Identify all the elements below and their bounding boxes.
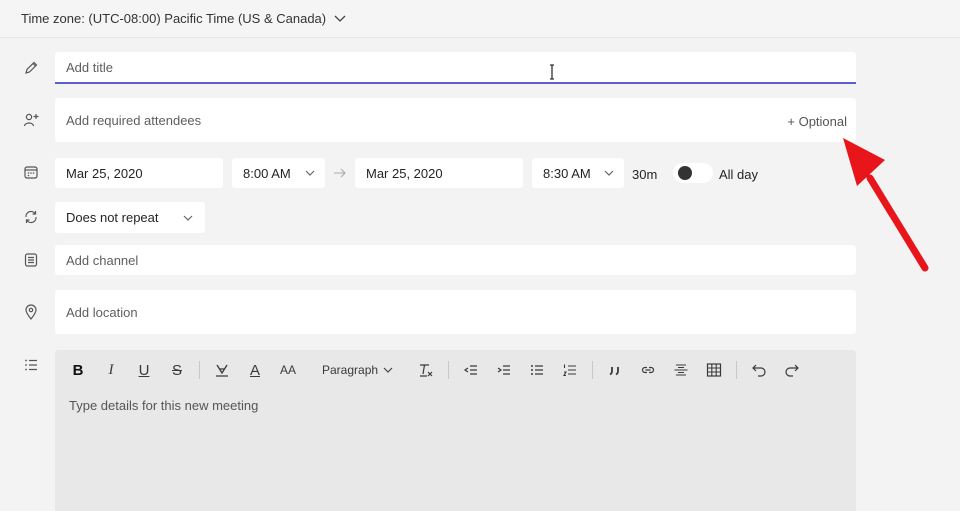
font-color-button[interactable]: A [244, 356, 266, 384]
details-list-icon [22, 356, 40, 374]
bulleted-list-button[interactable] [526, 356, 548, 384]
quote-button[interactable] [604, 356, 626, 384]
chevron-down-icon [604, 170, 614, 176]
bullet-list-icon [531, 365, 544, 375]
timezone-label: Time zone: (UTC-08:00) Pacific Time (US … [21, 11, 327, 26]
font-size-button[interactable]: AA [277, 356, 299, 384]
start-date-picker[interactable]: Mar 25, 2020 [55, 158, 223, 188]
start-time-value: 8:00 AM [243, 165, 291, 181]
undo-button[interactable] [748, 356, 770, 384]
link-icon [641, 366, 655, 374]
indent-icon [497, 365, 511, 375]
horizontal-rule-icon [674, 364, 688, 376]
paragraph-label: Paragraph [322, 363, 379, 377]
location-input[interactable]: Add location [55, 290, 856, 334]
duration-label: 30m [632, 167, 658, 182]
chevron-down-icon [305, 170, 315, 176]
increase-indent-button[interactable] [493, 356, 515, 384]
toolbar-divider [592, 361, 594, 379]
table-icon [706, 363, 722, 377]
end-time-dropdown[interactable]: 8:30 AM [532, 158, 624, 188]
channel-input[interactable]: Add channel [55, 245, 856, 275]
details-placeholder: Type details for this new meeting [69, 398, 259, 413]
italic-button[interactable]: I [100, 356, 122, 384]
insert-table-button[interactable] [703, 356, 725, 384]
strikethrough-button[interactable]: S [166, 356, 188, 384]
arrow-right-icon [334, 168, 346, 178]
text-cursor-icon [550, 64, 554, 80]
details-editor[interactable]: B I U S A AA Paragraph Type details for … [55, 350, 856, 511]
underline-button[interactable]: U [133, 356, 155, 384]
numbered-list-button[interactable] [559, 356, 581, 384]
channel-placeholder: Add channel [66, 252, 139, 268]
insert-link-button[interactable] [637, 356, 659, 384]
annotation-arrow-shaft [866, 174, 929, 272]
toolbar-divider [448, 361, 450, 379]
optional-attendees-link[interactable]: + Optional [787, 114, 847, 129]
all-day-toggle[interactable] [673, 163, 713, 183]
decrease-indent-button[interactable] [460, 356, 482, 384]
location-placeholder: Add location [66, 304, 138, 320]
start-time-dropdown[interactable]: 8:00 AM [232, 158, 325, 188]
repeat-icon [22, 208, 40, 226]
channel-icon [22, 251, 40, 269]
highlighter-icon [216, 364, 228, 377]
start-date-value: Mar 25, 2020 [66, 165, 143, 181]
attendees-input[interactable]: Add required attendees + Optional [55, 98, 856, 142]
location-pin-icon [22, 303, 40, 321]
title-input[interactable]: Add title [55, 52, 856, 84]
timezone-dropdown[interactable]: Time zone: (UTC-08:00) Pacific Time (US … [21, 11, 346, 26]
timezone-bar: Time zone: (UTC-08:00) Pacific Time (US … [0, 0, 960, 38]
red-annotation-arrow-icon [843, 138, 929, 272]
title-placeholder: Add title [66, 59, 113, 75]
repeat-dropdown[interactable]: Does not repeat [55, 202, 205, 233]
all-day-label: All day [719, 167, 759, 182]
pencil-icon [22, 59, 40, 77]
clear-format-icon [420, 364, 433, 377]
toggle-knob [678, 166, 692, 180]
end-time-value: 8:30 AM [543, 165, 591, 181]
calendar-icon [22, 163, 40, 181]
annotation-arrow-head [843, 138, 885, 186]
bold-button[interactable]: B [67, 356, 89, 384]
horizontal-rule-button[interactable] [670, 356, 692, 384]
end-date-value: Mar 25, 2020 [366, 165, 443, 181]
undo-icon [752, 364, 766, 377]
chevron-down-icon [334, 15, 346, 22]
toolbar-divider [736, 361, 738, 379]
quote-icon [609, 367, 619, 376]
highlight-button[interactable] [211, 356, 233, 384]
add-person-icon [22, 111, 40, 129]
toolbar-divider [199, 361, 200, 379]
editor-toolbar: B I U S A AA Paragraph [55, 350, 856, 390]
repeat-value: Does not repeat [66, 210, 159, 225]
outdent-icon [463, 365, 478, 375]
end-date-picker[interactable]: Mar 25, 2020 [355, 158, 523, 188]
redo-button[interactable] [781, 356, 803, 384]
numbered-list-icon [563, 364, 577, 377]
paragraph-style-dropdown[interactable]: Paragraph [322, 363, 393, 377]
clear-formatting-button[interactable] [415, 356, 437, 384]
redo-icon [785, 364, 799, 377]
chevron-down-icon [183, 215, 193, 221]
attendees-placeholder: Add required attendees [66, 112, 202, 128]
chevron-down-icon [383, 367, 393, 373]
